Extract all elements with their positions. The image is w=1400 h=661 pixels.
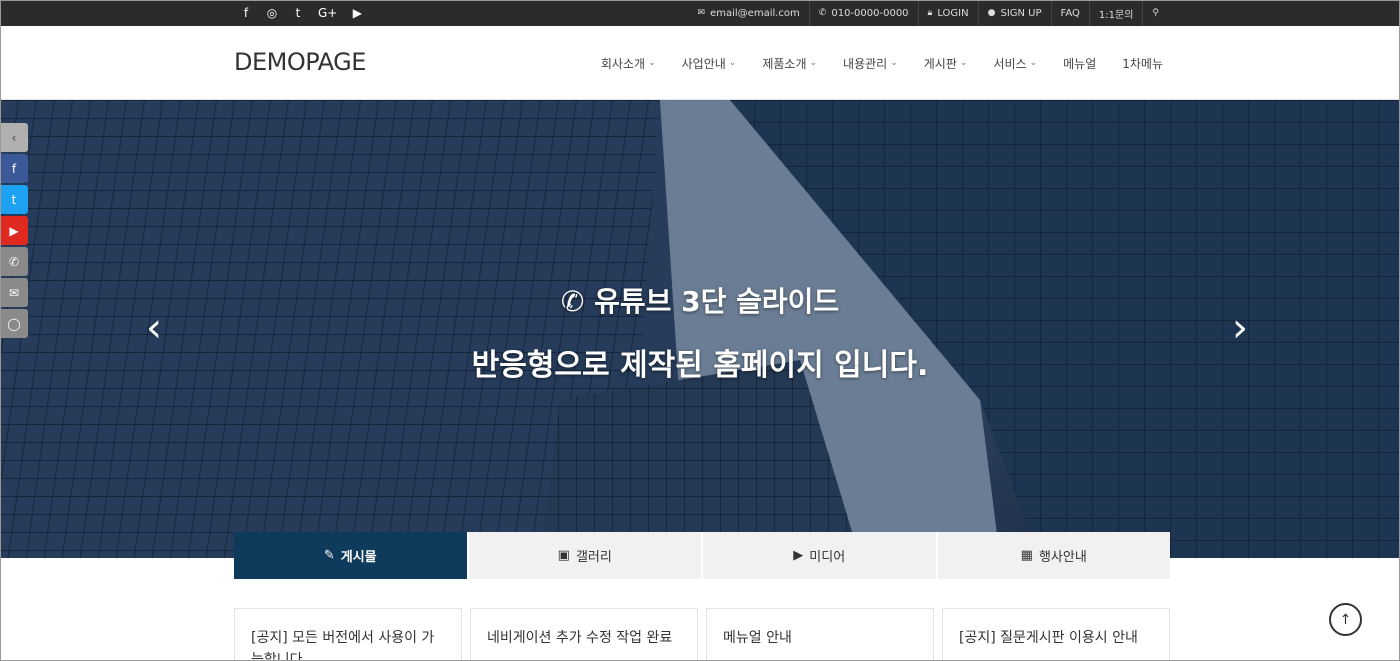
side-phone-button[interactable]: ✆	[0, 247, 28, 276]
chevron-right-icon: ›	[1232, 305, 1248, 351]
faq-link[interactable]: FAQ	[1050, 0, 1089, 26]
phone-icon: ✆	[8, 254, 20, 269]
hero-caption-title-text: 유튜브 3단 슬라이드	[594, 285, 840, 318]
login-text: LOGIN	[937, 7, 969, 19]
nav-item-label: 메뉴얼	[1063, 56, 1097, 71]
mail-icon: ✉	[8, 285, 20, 300]
youtube-icon[interactable]: ▶	[351, 0, 363, 26]
signup-link[interactable]: ● SIGN UP	[977, 0, 1051, 26]
nav-item-label: 내용관리	[843, 56, 888, 71]
twitter-icon[interactable]: t	[292, 0, 304, 26]
post-card[interactable]: [공지] 질문게시판 이용시 안내	[942, 608, 1170, 661]
email-text: email@email.com	[710, 7, 800, 19]
side-facebook-button[interactable]: f	[0, 154, 28, 183]
tab-posts[interactable]: ✎ 게시물	[234, 532, 467, 579]
nav-item-products[interactable]: 제품소개 ⌄	[762, 55, 817, 72]
post-card[interactable]: 메뉴얼 안내	[706, 608, 934, 661]
content-tabs: ✎ 게시물 ▣ 갤러리 ▶ 미디어 ▦ 행사안내	[234, 532, 1170, 579]
nav-item-company[interactable]: 회사소개 ⌄	[601, 55, 656, 72]
nav-item-board[interactable]: 게시판 ⌄	[924, 55, 968, 72]
login-link[interactable]: 🔒︎ LOGIN	[917, 0, 978, 26]
nav-item-label: 제품소개	[762, 56, 807, 71]
phone-text: 010-0000-0000	[831, 7, 909, 19]
post-list: [공지] 모든 버전에서 사용이 가능합니다 네비게이션 추가 수정 작업 완료…	[234, 608, 1170, 661]
email-link[interactable]: ✉ email@email.com	[689, 0, 809, 26]
user-icon: ●	[987, 8, 996, 18]
chevron-down-icon: ⌄	[728, 58, 737, 68]
post-card[interactable]: [공지] 모든 버전에서 사용이 가능합니다	[234, 608, 462, 661]
google-plus-icon[interactable]: G+	[318, 0, 337, 26]
side-collapse-button[interactable]: ‹	[0, 123, 28, 152]
quick-side-menu: ‹ f t ▶ ✆ ✉ ◯	[0, 123, 28, 340]
slider-next-button[interactable]: ›	[1232, 308, 1248, 348]
faq-text: FAQ	[1060, 7, 1080, 19]
phone-add-icon: ✆	[560, 285, 595, 318]
nav-item-service[interactable]: 서비스 ⌄	[993, 55, 1037, 72]
inquiry-text: 1:1문의	[1098, 9, 1134, 21]
social-links: f ◎ t G+ ▶	[240, 0, 363, 26]
top-links: ✉ email@email.com ✆ 010-0000-0000 🔒︎ LOG…	[689, 0, 1168, 26]
instagram-icon[interactable]: ◎	[266, 0, 278, 26]
user-icon: ◯	[7, 316, 21, 331]
site-header: DEMOPAGE 회사소개 ⌄ 사업안내 ⌄ 제품소개 ⌄ 내용관리 ⌄ 게시판 ⌄ 서비…	[0, 26, 1400, 100]
lock-icon: 🔒︎	[927, 8, 933, 18]
facebook-icon[interactable]: f	[240, 0, 252, 26]
tab-label: 행사안내	[1038, 550, 1087, 565]
tab-label: 갤러리	[575, 550, 612, 565]
site-logo[interactable]: DEMOPAGE	[234, 48, 366, 76]
top-bar: f ◎ t G+ ▶ ✉ email@email.com ✆ 010-0000-…	[0, 0, 1400, 26]
phone-link[interactable]: ✆ 010-0000-0000	[808, 0, 918, 26]
post-card[interactable]: 네비게이션 추가 수정 작업 완료	[470, 608, 698, 661]
calendar-icon: ▦	[1020, 548, 1033, 563]
chevron-down-icon: ⌄	[809, 58, 818, 68]
search-icon: ⚲	[1152, 8, 1159, 18]
nav-item-label: 1차메뉴	[1122, 56, 1163, 71]
side-twitter-button[interactable]: t	[0, 185, 28, 214]
side-youtube-button[interactable]: ▶	[0, 216, 28, 245]
hero-background-image	[0, 100, 1400, 558]
phone-icon: ✆	[818, 8, 827, 18]
tab-label: 미디어	[809, 550, 846, 565]
nav-item-manual[interactable]: 메뉴얼	[1063, 55, 1096, 72]
nav-item-label: 서비스	[993, 56, 1027, 71]
nav-item-menu1[interactable]: 1차메뉴	[1122, 55, 1163, 72]
nav-item-label: 회사소개	[600, 56, 646, 71]
side-mail-button[interactable]: ✉	[0, 278, 28, 307]
chevron-left-icon: ‹	[146, 305, 162, 351]
gallery-icon: ▣	[557, 548, 570, 563]
chevron-down-icon: ⌄	[1029, 58, 1038, 68]
search-button[interactable]: ⚲	[1142, 0, 1168, 26]
main-nav: 회사소개 ⌄ 사업안내 ⌄ 제품소개 ⌄ 내용관리 ⌄ 게시판 ⌄ 서비스 ⌄ 메뉴얼 1차…	[575, 26, 1163, 100]
chevron-down-icon: ⌄	[648, 58, 656, 68]
tab-gallery[interactable]: ▣ 갤러리	[466, 532, 701, 579]
hero-caption-subtitle: 반응형으로 제작된 홈페이지 입니다.	[471, 348, 929, 383]
hero-caption-title: ✆ 유튜브 3단 슬라이드	[0, 280, 1400, 320]
chevron-down-icon: ⌄	[959, 58, 968, 68]
tab-label: 게시물	[340, 550, 377, 565]
scroll-top-button[interactable]: ↑	[1329, 603, 1362, 636]
nav-item-business[interactable]: 사업안내 ⌄	[682, 55, 737, 72]
side-user-button[interactable]: ◯	[0, 309, 28, 338]
slider-prev-button[interactable]: ‹	[146, 308, 162, 348]
nav-item-label: 게시판	[923, 56, 957, 71]
tab-media[interactable]: ▶ 미디어	[701, 532, 936, 579]
inquiry-link[interactable]: 1:1문의	[1088, 0, 1143, 26]
arrow-up-icon: ↑	[1339, 611, 1352, 628]
mail-icon: ✉	[697, 8, 706, 18]
signup-text: SIGN UP	[1000, 7, 1042, 19]
chevron-left-icon: ‹	[11, 130, 17, 145]
youtube-icon: ▶	[9, 223, 19, 238]
tab-events[interactable]: ▦ 행사안내	[935, 532, 1170, 579]
nav-item-content[interactable]: 내용관리 ⌄	[843, 55, 898, 72]
post-icon: ✎	[323, 548, 335, 563]
facebook-icon: f	[11, 161, 17, 176]
nav-item-label: 사업안내	[681, 56, 726, 71]
chevron-down-icon: ⌄	[890, 58, 898, 68]
twitter-icon: t	[11, 192, 17, 207]
hero-slider: ✆ 유튜브 3단 슬라이드 반응형으로 제작된 홈페이지 입니다. ‹ ›	[0, 100, 1400, 558]
media-icon: ▶	[793, 548, 804, 563]
